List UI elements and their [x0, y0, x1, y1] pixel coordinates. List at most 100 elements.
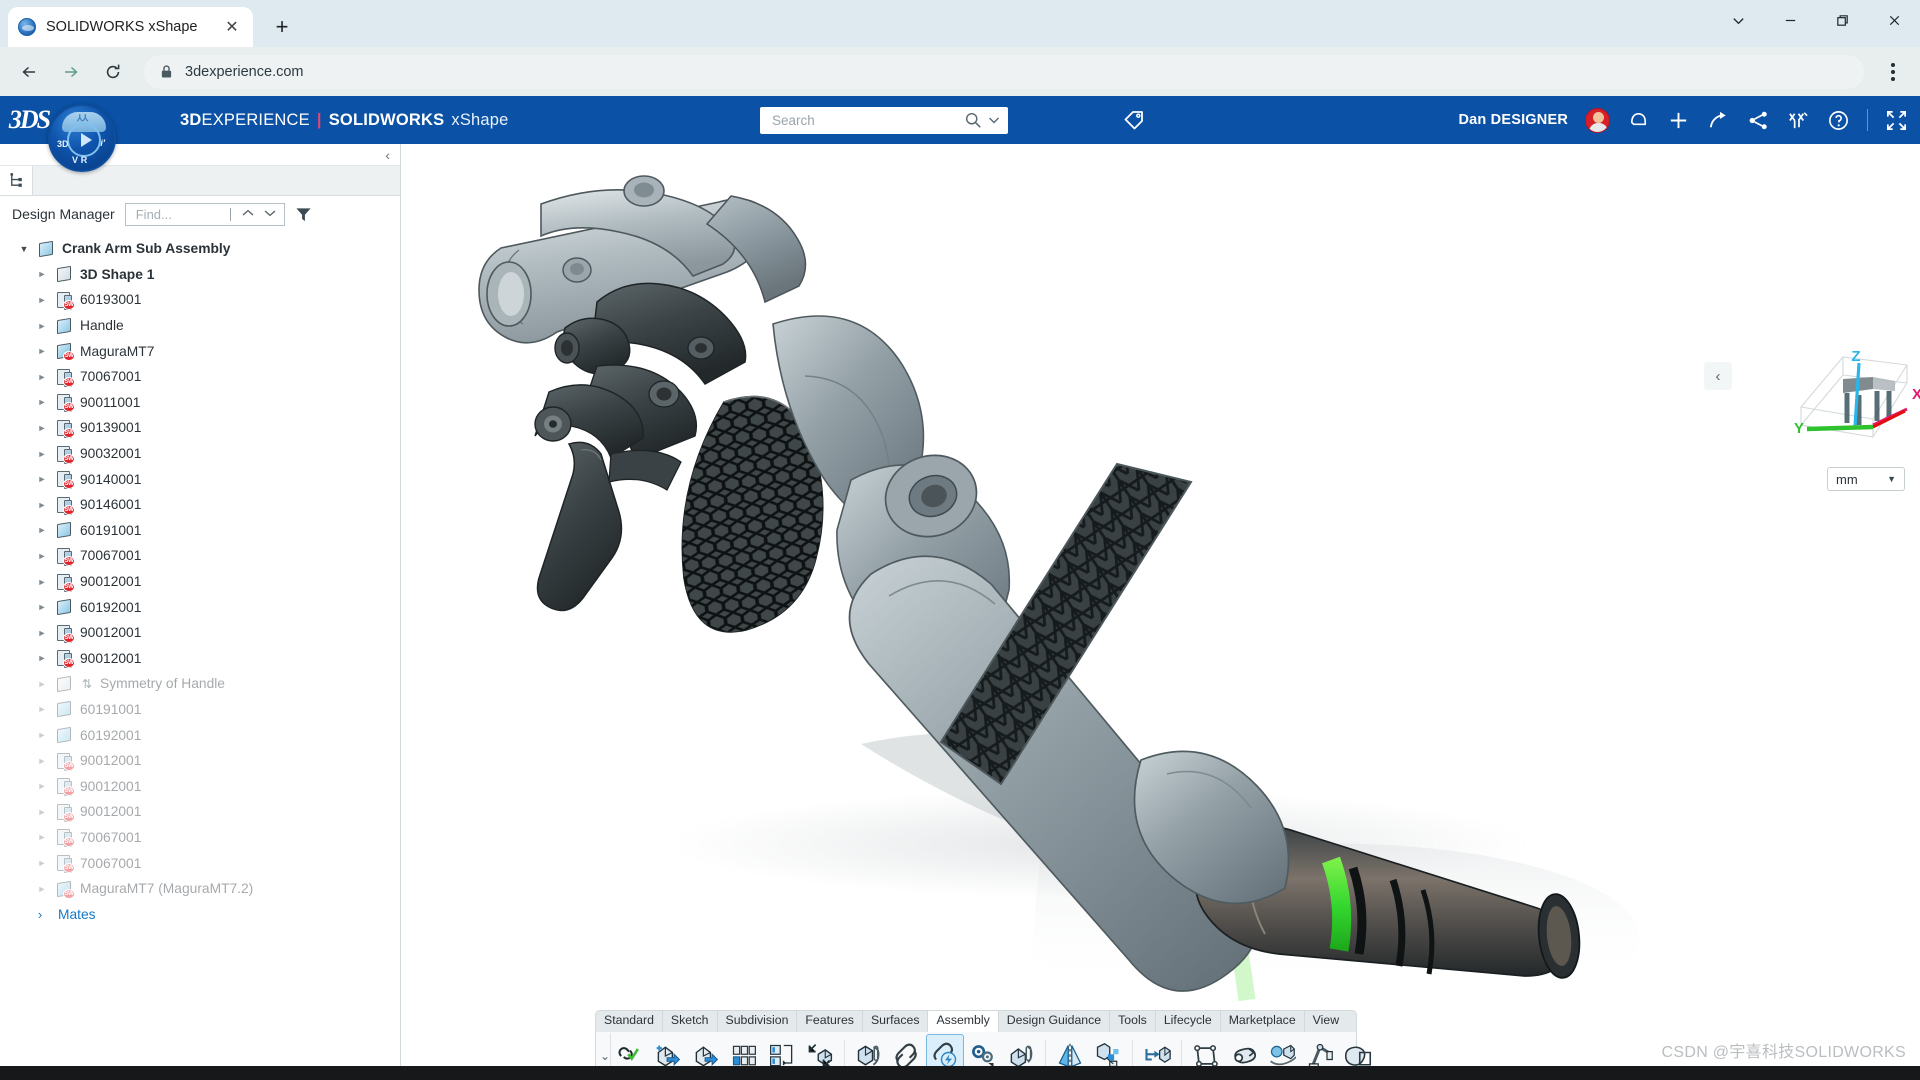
tree-item[interactable]: ►SW90032001 — [0, 441, 400, 467]
command-tab-standard[interactable]: Standard — [596, 1010, 663, 1032]
expand-triangle-icon[interactable]: ► — [32, 500, 52, 510]
expand-triangle-icon[interactable]: ► — [32, 295, 52, 305]
tree-item[interactable]: ►SW90012001 — [0, 569, 400, 595]
tree-item[interactable]: ►60192001 — [0, 722, 400, 748]
tree-item[interactable]: ►SW90146001 — [0, 492, 400, 518]
user-avatar[interactable] — [1585, 108, 1610, 133]
expand-triangle-icon[interactable]: ► — [32, 551, 52, 561]
3d-viewport[interactable]: ‹ Z X Y — [401, 144, 1920, 1080]
expand-triangle-icon[interactable]: ► — [32, 679, 52, 689]
command-tab-design-guidance[interactable]: Design Guidance — [999, 1010, 1110, 1032]
tree-item[interactable]: ►⇅Symmetry of Handle — [0, 671, 400, 697]
expand-triangle-icon[interactable]: ► — [32, 577, 52, 587]
tree-item[interactable]: ►SWMaguraMT7 (MaguraMT7.2) — [0, 876, 400, 902]
command-tab-assembly[interactable]: Assembly — [928, 1010, 998, 1032]
expand-triangle-icon[interactable]: ► — [32, 449, 52, 459]
expand-triangle-icon[interactable]: ► — [32, 832, 52, 842]
search-input[interactable] — [770, 112, 964, 129]
filter-icon[interactable] — [295, 206, 312, 223]
tree-item[interactable]: ►SW70067001 — [0, 825, 400, 851]
expand-triangle-icon[interactable]: ► — [32, 653, 52, 663]
global-search[interactable] — [760, 107, 1008, 134]
forward-icon[interactable] — [52, 53, 90, 91]
tree-item[interactable]: ►SW70067001 — [0, 850, 400, 876]
expand-triangle-icon[interactable]: ► — [32, 756, 52, 766]
expand-triangle-icon[interactable]: ► — [32, 628, 52, 638]
tree-item[interactable]: ►SW70067001 — [0, 543, 400, 569]
tab-design-manager[interactable] — [0, 166, 33, 195]
command-tab-surfaces[interactable]: Surfaces — [863, 1010, 929, 1032]
window-close-icon[interactable] — [1868, 0, 1920, 40]
tag-icon[interactable] — [1122, 108, 1146, 132]
tree-item[interactable]: ►SW90012001 — [0, 620, 400, 646]
reload-icon[interactable] — [94, 53, 132, 91]
tree-item[interactable]: ►Handle — [0, 313, 400, 339]
units-selector[interactable]: mm ▼ — [1827, 467, 1905, 491]
fullscreen-icon[interactable] — [1885, 109, 1908, 132]
tree-item[interactable]: ►SW90012001 — [0, 799, 400, 825]
tree-item[interactable]: ►SW90012001 — [0, 748, 400, 774]
view-cube-triad[interactable]: Z X Y — [1781, 349, 1920, 459]
expand-triangle-icon[interactable]: ► — [32, 423, 52, 433]
expand-triangle-icon[interactable]: ► — [32, 807, 52, 817]
expand-triangle-icon[interactable]: ► — [32, 346, 52, 356]
collapse-triangle-icon[interactable]: ▼ — [14, 244, 34, 254]
cad-model-scene[interactable] — [401, 144, 1920, 1080]
address-bar[interactable]: 3dexperience.com — [144, 55, 1864, 89]
maximize-icon[interactable] — [1816, 0, 1868, 40]
expand-triangle-icon[interactable]: ► — [32, 781, 52, 791]
find-prev-button[interactable] — [237, 207, 259, 221]
expand-triangle-icon[interactable]: ► — [32, 858, 52, 868]
new-tab-button[interactable]: + — [267, 12, 297, 42]
expand-triangle-icon[interactable]: ► — [32, 269, 52, 279]
search-icon[interactable] — [964, 111, 982, 129]
sidebar-collapse-button[interactable]: ‹ — [385, 147, 390, 163]
tree-item[interactable]: ►SWMaguraMT7 — [0, 338, 400, 364]
tree-item[interactable]: ►SW90012001 — [0, 646, 400, 672]
share-node-icon[interactable] — [1747, 109, 1770, 132]
expand-triangle-icon[interactable]: ► — [32, 730, 52, 740]
minimize-icon[interactable] — [1764, 0, 1816, 40]
help-icon[interactable] — [1827, 109, 1850, 132]
viewport-collapse-button[interactable]: ‹ — [1704, 362, 1732, 390]
share-arrow-icon[interactable] — [1707, 109, 1730, 132]
command-tab-subdivision[interactable]: Subdivision — [718, 1010, 798, 1032]
back-icon[interactable] — [10, 53, 48, 91]
tree-item[interactable]: ►SW70067001 — [0, 364, 400, 390]
add-icon[interactable] — [1667, 109, 1690, 132]
expand-triangle-icon[interactable]: ► — [32, 321, 52, 331]
tree-item[interactable]: ►SW60193001 — [0, 287, 400, 313]
browser-menu-icon[interactable] — [1876, 53, 1910, 91]
tree-item[interactable]: ►SW90139001 — [0, 415, 400, 441]
expand-triangle-icon[interactable]: › — [30, 907, 50, 922]
user-name[interactable]: Dan DESIGNER — [1458, 112, 1568, 128]
command-tab-sketch[interactable]: Sketch — [663, 1010, 718, 1032]
browser-tab[interactable]: SOLIDWORKS xShape ✕ — [8, 7, 253, 47]
close-icon[interactable]: ✕ — [221, 16, 243, 38]
expand-triangle-icon[interactable]: ► — [32, 704, 52, 714]
chevron-down-icon[interactable] — [986, 112, 1002, 128]
tree-item[interactable]: ►SW90140001 — [0, 466, 400, 492]
tree-item[interactable]: ►60192001 — [0, 594, 400, 620]
tree-item[interactable]: ►60191001 — [0, 697, 400, 723]
compass-icon[interactable]: ⅄⅄ 3D i′ V R — [48, 104, 116, 172]
tree-item[interactable]: ▼Crank Arm Sub Assembly — [0, 236, 400, 262]
expand-triangle-icon[interactable]: ► — [32, 525, 52, 535]
command-tab-lifecycle[interactable]: Lifecycle — [1156, 1010, 1221, 1032]
tree-item[interactable]: ►SW90011001 — [0, 390, 400, 416]
tree-item[interactable]: ►3D Shape 1 — [0, 262, 400, 288]
expand-triangle-icon[interactable]: ► — [32, 602, 52, 612]
expand-triangle-icon[interactable]: ► — [32, 884, 52, 894]
find-box[interactable] — [125, 203, 285, 226]
command-tab-features[interactable]: Features — [797, 1010, 863, 1032]
find-input[interactable] — [134, 206, 225, 223]
tree-item[interactable]: ►SW90012001 — [0, 773, 400, 799]
command-tab-tools[interactable]: Tools — [1110, 1010, 1156, 1032]
tree-item[interactable]: ›Mates — [0, 901, 400, 927]
command-tab-marketplace[interactable]: Marketplace — [1221, 1010, 1305, 1032]
expand-triangle-icon[interactable]: ► — [32, 372, 52, 382]
chevron-down-icon[interactable] — [1712, 0, 1764, 40]
dassault-systemes-logo[interactable]: 3DS — [6, 105, 52, 135]
expand-triangle-icon[interactable]: ► — [32, 474, 52, 484]
command-tab-view[interactable]: View — [1305, 1010, 1347, 1032]
